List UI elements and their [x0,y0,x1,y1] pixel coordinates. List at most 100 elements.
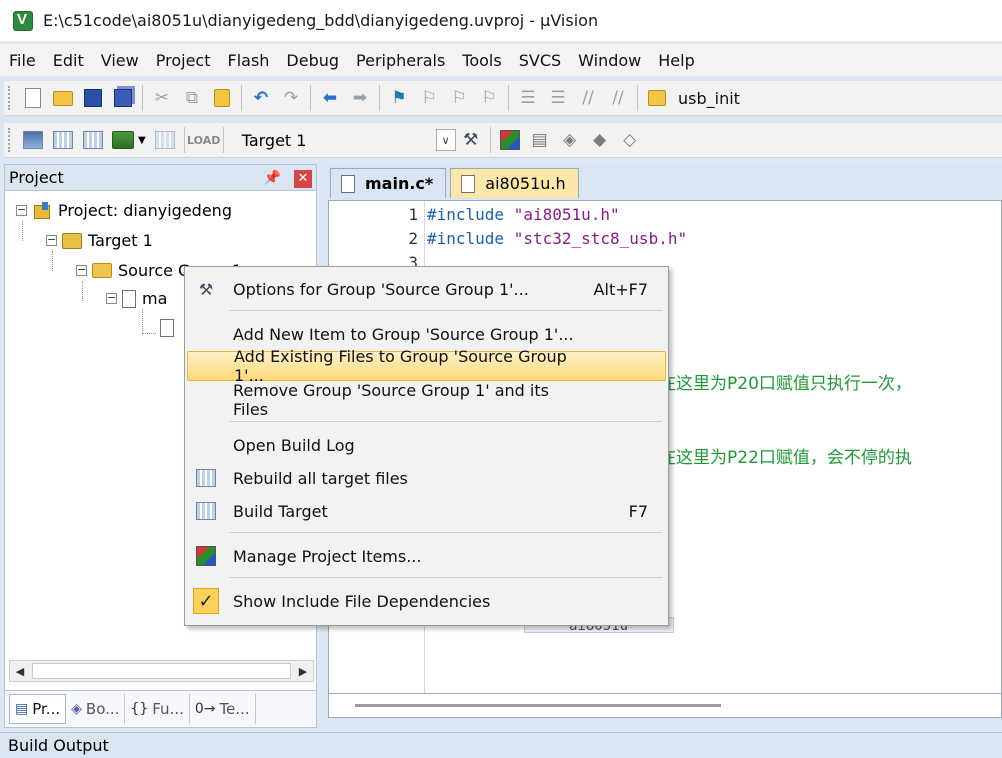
menu-item-manage-project-items[interactable]: Manage Project Items... [187,541,666,571]
bookmark-button[interactable]: ⚑ [386,85,412,111]
target-options-button[interactable]: ⚒ [458,127,484,153]
menu-item-shortcut: F7 [628,501,648,521]
menu-file[interactable]: File [1,51,44,70]
code-keyword: #include [427,229,505,248]
tree-item-include-file[interactable] [160,319,180,337]
clear-bookmarks-button[interactable]: ⚐ [476,85,502,111]
project-icon [32,201,52,220]
menu-debug[interactable]: Debug [278,51,347,70]
menu-item-add-existing-files[interactable]: Add Existing Files to Group 'Source Grou… [187,347,666,385]
save-button[interactable] [80,85,106,111]
comment-button[interactable]: // [575,85,601,111]
toolbar-separator [508,85,509,111]
tab-ai8051u-h[interactable]: ai8051u.h [450,168,579,198]
close-icon[interactable]: ✕ [294,169,312,188]
chevron-down-icon[interactable]: ∨ [435,129,456,151]
menu-edit[interactable]: Edit [45,51,92,70]
menu-view[interactable]: View [93,51,147,70]
menu-item-build-target[interactable]: Build Target F7 [187,496,666,526]
scroll-track[interactable] [32,663,291,679]
code-line: #include "ai8051u.h" [427,205,620,224]
tree-item-main-file[interactable]: − ma [106,289,167,308]
download-button[interactable]: LOAD [187,127,220,153]
tab-functions[interactable]: {} Fu... [125,693,190,724]
menu-help[interactable]: Help [650,51,702,70]
menu-separator [229,532,662,533]
paste-icon [214,89,230,107]
menu-item-remove-group[interactable]: Remove Group 'Source Group 1' and its Fi… [187,381,666,419]
batch-build-button[interactable] [110,127,136,153]
redo-button[interactable]: ↷ [278,85,304,111]
prev-bookmark-button[interactable]: ⚐ [416,85,442,111]
collapse-icon[interactable]: − [46,234,57,246]
menu-item-rebuild-all[interactable]: Rebuild all target files [187,463,666,493]
menu-svcs[interactable]: SVCS [511,51,569,70]
new-file-button[interactable] [20,85,46,111]
translate-button[interactable] [20,127,46,153]
editor-hscrollbar[interactable] [328,694,1002,718]
toolbar-grip[interactable] [8,128,12,152]
build-icon [53,131,73,149]
manage-project-items-button[interactable] [497,127,523,153]
uvision-app-icon [13,10,33,31]
scroll-right-icon[interactable]: ▶ [293,661,313,681]
find-text[interactable]: usb_init [678,89,740,108]
navigate-back-button[interactable]: ⬅ [317,85,343,111]
menu-item-shortcut: Alt+F7 [593,279,648,299]
collapse-icon[interactable]: − [106,292,117,304]
cut-button[interactable]: ✂ [149,85,175,111]
toolbar-grip[interactable] [8,86,12,110]
scroll-left-icon[interactable]: ◀ [10,661,30,681]
rebuild-button[interactable] [80,127,106,153]
tab-main-c[interactable]: main.c* [330,168,447,198]
target-icon [62,232,82,249]
save-all-button[interactable] [110,85,136,111]
pack-installer-button[interactable]: ◆ [587,127,613,153]
toolbar-separator [142,85,143,111]
unindent-button[interactable]: ☰ [545,85,571,111]
file-extensions-button[interactable]: ▤ [527,127,553,153]
tree-item-project[interactable]: − Project: dianyigedeng [16,201,232,220]
window-title: E:\c51code\ai8051u\dianyigedeng_bdd\dian… [43,11,599,30]
menu-item-label: Add Existing Files to Group 'Source Grou… [234,347,567,385]
tree-item-target[interactable]: − Target 1 [46,231,153,250]
target-select[interactable]: Target 1 ∨ [238,127,456,153]
open-file-button[interactable] [50,85,76,111]
indent-button[interactable]: ☰ [515,85,541,111]
file-icon [461,174,476,193]
next-bookmark-button[interactable]: ⚐ [446,85,472,111]
pin-icon[interactable]: 📌 [263,170,280,186]
collapse-icon[interactable]: − [76,264,87,276]
tab-books[interactable]: ◈ Bo... [66,693,126,724]
menu-flash[interactable]: Flash [219,51,277,70]
batch-build-dropdown-icon[interactable]: ▼ [138,135,146,146]
menu-tools[interactable]: Tools [454,51,509,70]
runtime-env-button[interactable]: ◇ [617,127,643,153]
stop-build-button[interactable] [152,127,178,153]
copy-button[interactable]: ⧉ [179,85,205,111]
magic-wand-icon: ⚒ [463,130,479,150]
menu-item-open-build-log[interactable]: Open Build Log [187,430,666,460]
arrow-left-icon: ⬅ [322,88,338,108]
undo-button[interactable]: ↶ [248,85,274,111]
tab-project[interactable]: ▤ Pr... [9,693,67,724]
menu-project[interactable]: Project [148,51,219,70]
navigate-forward-button[interactable]: ➡ [347,85,373,111]
menu-item-show-include-deps[interactable]: ✓ Show Include File Dependencies [187,586,666,616]
menu-peripherals[interactable]: Peripherals [348,51,453,70]
code-keyword: #include [427,205,505,224]
paste-button[interactable] [209,85,235,111]
menu-window[interactable]: Window [570,51,649,70]
comment-lines-icon: // [582,88,594,108]
find-in-files-button[interactable] [644,85,670,111]
select-packs-button[interactable]: ◈ [557,127,583,153]
scroll-thumb[interactable] [355,704,721,707]
tab-templates[interactable]: 0→ Te... [190,693,256,724]
menu-item-options-for-group[interactable]: ⚒ Options for Group 'Source Group 1'... … [187,274,666,304]
menu-item-add-new-item[interactable]: Add New Item to Group 'Source Group 1'..… [187,319,666,349]
project-tree-hscrollbar[interactable]: ◀ ▶ [9,660,314,682]
build-button[interactable] [50,127,76,153]
collapse-icon[interactable]: − [16,204,27,216]
tab-books-label: Bo... [85,699,120,718]
uncomment-button[interactable]: // [605,85,631,111]
